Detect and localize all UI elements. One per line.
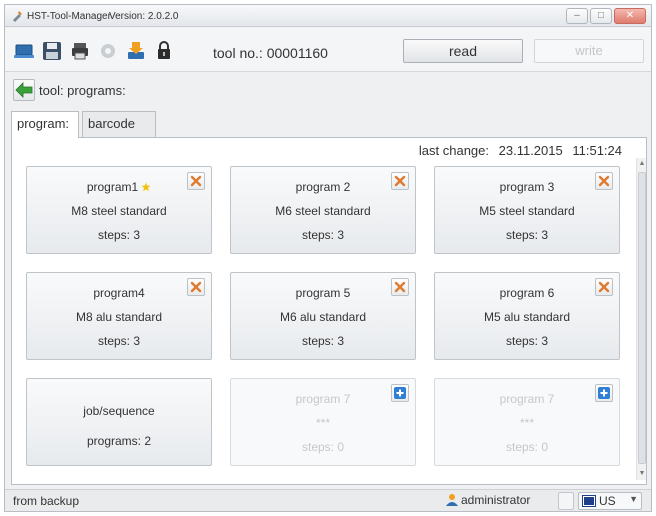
minimize-button[interactable]: – [566, 8, 588, 24]
program-description: M8 steel standard [71, 204, 167, 218]
tab-barcode[interactable]: barcode [82, 111, 156, 137]
program-steps: steps: 3 [505, 334, 549, 348]
window-title: HST-Tool-Manager [27, 11, 111, 22]
tool-number: tool no.: 00001160 [213, 45, 328, 61]
program-card[interactable]: program 5 M6 alu standard steps: 3 [230, 272, 416, 360]
program-card[interactable]: program 6 M5 alu standard steps: 3 [434, 272, 620, 360]
program-description: M8 alu standard [75, 310, 163, 324]
flag-icon [582, 495, 596, 507]
back-arrow-icon [15, 82, 33, 98]
job-programs-count: programs: 2 [86, 434, 152, 448]
close-icon [394, 281, 406, 293]
program-steps: steps: 0 [505, 440, 549, 454]
star-icon [141, 182, 151, 192]
printer-icon[interactable] [69, 40, 91, 62]
job-name: job/sequence [83, 404, 155, 418]
program-card[interactable]: program4 M8 alu standard steps: 3 [26, 272, 212, 360]
close-icon [190, 175, 202, 187]
vertical-scrollbar[interactable]: ▲ ▼ [636, 158, 646, 480]
program-card[interactable]: program 2 M6 steel standard steps: 3 [230, 166, 416, 254]
program-name: program 7 [295, 392, 351, 406]
program-steps: steps: 3 [97, 228, 141, 242]
program-steps: steps: 3 [505, 228, 549, 242]
delete-button[interactable] [595, 278, 613, 296]
last-change-date: 23.11.2015 [498, 143, 563, 158]
program-description: *** [315, 416, 330, 430]
user-name: administrator [461, 493, 531, 507]
status-text: from backup [13, 494, 80, 508]
plus-icon [394, 387, 406, 399]
breadcrumb-label: tool: programs: [39, 83, 126, 98]
close-icon [394, 175, 406, 187]
program-name: program 6 [499, 286, 555, 300]
sort-icon[interactable] [125, 40, 147, 62]
delete-button[interactable] [187, 172, 205, 190]
status-bar: from backup administrator US ▼ [5, 489, 651, 511]
program-name: program 3 [499, 180, 555, 194]
close-icon [598, 175, 610, 187]
lock-icon[interactable] [153, 40, 175, 62]
program-steps: steps: 3 [301, 228, 345, 242]
program-name: program 5 [295, 286, 351, 300]
tab-program[interactable]: program: [11, 111, 79, 138]
app-window: HST-Tool-Manager Version: 2.0.2.0 – □ ✕ [4, 4, 652, 512]
read-button[interactable]: read [403, 39, 523, 63]
laptop-icon[interactable] [13, 40, 35, 62]
delete-button[interactable] [391, 172, 409, 190]
title-bar: HST-Tool-Manager Version: 2.0.2.0 – □ ✕ [5, 5, 651, 27]
delete-button[interactable] [595, 172, 613, 190]
program-description: M5 steel standard [479, 204, 575, 218]
program-name: program4 [93, 286, 145, 300]
notes-icon[interactable] [558, 492, 574, 510]
user-icon [446, 494, 458, 506]
program-name: program 2 [295, 180, 351, 194]
save-icon[interactable] [41, 40, 63, 62]
scrollbar-thumb[interactable] [638, 172, 646, 464]
close-button[interactable]: ✕ [614, 8, 646, 24]
language-label: US [599, 494, 616, 508]
settings-icon[interactable] [97, 40, 119, 62]
close-icon [598, 281, 610, 293]
program-name: program 7 [499, 392, 555, 406]
empty-program-card[interactable]: program 7 *** steps: 0 [434, 378, 620, 466]
last-change-label: last change: [418, 143, 489, 158]
program-steps: steps: 3 [97, 334, 141, 348]
program-steps: steps: 0 [301, 440, 345, 454]
window-version: Version: 2.0.2.0 [109, 11, 179, 22]
program-description: M6 steel standard [275, 204, 371, 218]
program-description: M6 alu standard [279, 310, 367, 324]
plus-icon [598, 387, 610, 399]
maximize-button[interactable]: □ [590, 8, 612, 24]
add-program-button[interactable] [595, 384, 613, 402]
scroll-up-icon[interactable]: ▲ [638, 160, 646, 168]
breadcrumb: tool: programs: [5, 73, 651, 105]
program-steps: steps: 3 [301, 334, 345, 348]
close-icon [190, 281, 202, 293]
delete-button[interactable] [187, 278, 205, 296]
empty-program-card[interactable]: program 7 *** steps: 0 [230, 378, 416, 466]
toolbar: tool no.: 00001160 read write [5, 28, 651, 72]
program-description: *** [519, 416, 534, 430]
write-button[interactable]: write [534, 39, 644, 63]
program-name: program1 [86, 180, 139, 194]
app-logo-icon [13, 11, 22, 22]
user-indicator: administrator [445, 493, 530, 507]
delete-button[interactable] [391, 278, 409, 296]
program-card[interactable]: program1 M8 steel standard steps: 3 [26, 166, 212, 254]
program-card[interactable]: program 3 M5 steel standard steps: 3 [434, 166, 620, 254]
add-program-button[interactable] [391, 384, 409, 402]
job-sequence-card[interactable]: job/sequence programs: 2 [26, 378, 212, 466]
language-select[interactable]: US ▼ [578, 492, 642, 510]
program-description: M5 alu standard [483, 310, 571, 324]
scroll-down-icon[interactable]: ▼ [638, 470, 646, 478]
back-button[interactable] [13, 79, 35, 101]
chevron-down-icon: ▼ [629, 494, 638, 504]
last-change: last change: 23.11.2015 11:51:24 [413, 143, 622, 158]
last-change-time: 11:51:24 [572, 143, 622, 158]
programs-panel: last change: 23.11.2015 11:51:24 program… [11, 137, 647, 485]
